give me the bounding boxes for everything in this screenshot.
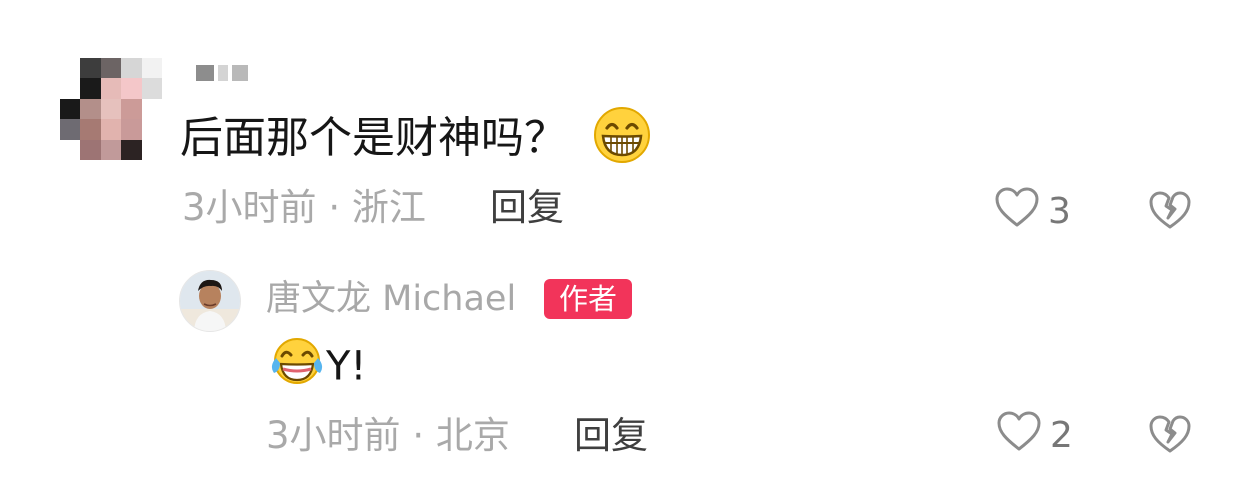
like-button[interactable]: 2 [996,410,1073,461]
broken-heart-icon [1148,191,1192,234]
comment-location: 浙江 [351,186,426,229]
comment-meta: 3小时前 · 浙江 [182,186,426,230]
heart-outline-icon [996,410,1042,461]
reply-body: Y! [268,336,366,401]
reply-button[interactable]: 回复 [574,414,648,458]
like-button[interactable]: 3 [994,186,1071,237]
broken-heart-icon [1148,415,1192,458]
tears-of-joy-emoji-icon [268,336,326,401]
author-avatar[interactable] [179,270,241,332]
dislike-button[interactable] [1148,190,1192,234]
reply-time: 3小时前 [266,414,401,457]
author-name[interactable]: 唐文龙 Michael [266,278,516,320]
commenter-username-blurred[interactable] [196,62,260,84]
meta-separator: · [328,186,341,229]
meta-separator: · [412,414,425,457]
dislike-button[interactable] [1148,414,1192,458]
reply-text: Y! [326,343,367,390]
comment-body: 后面那个是财神吗？ [180,106,653,176]
grinning-face-emoji-icon [591,106,653,176]
author-badge: 作者 [544,279,632,319]
commenter-avatar[interactable] [60,58,162,160]
comment-text: 后面那个是财神吗？ [180,113,567,164]
like-count: 3 [1048,191,1071,232]
reply-button[interactable]: 回复 [490,186,564,230]
reply-location: 北京 [435,414,510,457]
reply-meta: 3小时前 · 北京 [266,414,510,458]
comment-time: 3小时前 [182,186,317,229]
like-count: 2 [1050,415,1073,456]
heart-outline-icon [994,186,1040,237]
